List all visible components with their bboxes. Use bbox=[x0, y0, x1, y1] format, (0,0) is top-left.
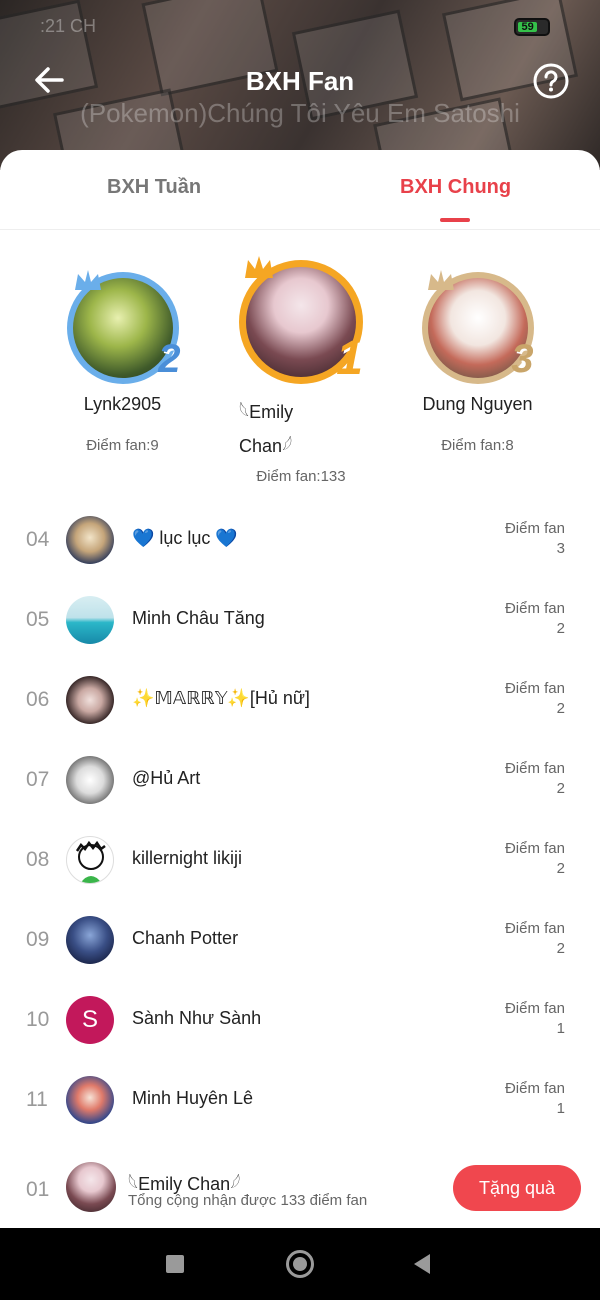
avatar bbox=[66, 836, 114, 884]
score-label: Điểm fan bbox=[504, 1080, 565, 1097]
avatar bbox=[66, 516, 114, 564]
header-banner: :21 CH 59 BXH Fan (Pokemon)Chúng Tôi Yêu… bbox=[0, 0, 600, 170]
ranking-row[interactable]: 07 @Hủ Art Điểm fan 2 bbox=[0, 740, 600, 820]
avatar-ring: 2 bbox=[66, 270, 181, 384]
score-label: Điểm fan bbox=[504, 1000, 565, 1017]
rank-badge: 2 bbox=[158, 337, 181, 381]
ranking-row[interactable]: 05 Minh Châu Tăng Điểm fan 2 bbox=[0, 580, 600, 660]
user-name: Minh Huyên Lê bbox=[132, 1088, 254, 1108]
tab-overall[interactable]: BXH Chung bbox=[400, 176, 511, 199]
user-name: Sành Như Sành bbox=[132, 1008, 262, 1028]
rank-badge: 3 bbox=[511, 337, 534, 381]
avatar bbox=[66, 596, 114, 644]
avatar bbox=[66, 916, 114, 964]
podium-score: Điểm fan:8 bbox=[441, 437, 514, 454]
avatar bbox=[66, 1076, 114, 1124]
rank-number: 07 bbox=[26, 768, 50, 791]
top-three-podium: 2 Lynk2905 Điểm fan:9 1 𓆩Emily Chan𓆪 Điể… bbox=[0, 256, 600, 490]
battery-icon: 59 bbox=[514, 18, 550, 36]
ranking-list: 04 💙 lục lục 💙 Điểm fan 3 05 Minh Châu T… bbox=[0, 500, 600, 1140]
rank-number: 05 bbox=[26, 608, 50, 631]
avatar-ring: 1 bbox=[239, 256, 363, 385]
user-name: killernight likiji bbox=[132, 848, 243, 868]
rank-number: 08 bbox=[26, 848, 50, 871]
system-nav-bar bbox=[0, 1228, 600, 1300]
score-value: 2 bbox=[556, 780, 565, 797]
rank-number: 09 bbox=[26, 928, 50, 951]
circle-home-icon[interactable] bbox=[286, 1250, 314, 1278]
ranking-row[interactable]: 08 killernight likiji Điểm fan 2 bbox=[0, 820, 600, 900]
podium-second[interactable]: 2 Lynk2905 Điểm fan:9 bbox=[60, 270, 185, 454]
tab-active-indicator bbox=[440, 218, 470, 222]
rank-number: 10 bbox=[26, 1008, 50, 1031]
score-value: 2 bbox=[556, 860, 565, 877]
my-rank-number: 01 bbox=[26, 1178, 50, 1201]
user-name: Minh Châu Tăng bbox=[132, 608, 265, 628]
status-time: :21 CH bbox=[40, 16, 97, 36]
help-button[interactable] bbox=[532, 62, 570, 100]
question-circle-icon bbox=[533, 63, 569, 99]
tab-bar: BXH Tuần BXH Chung bbox=[0, 150, 600, 230]
podium-first[interactable]: 1 𓆩Emily Chan𓆪 Điểm fan:133 bbox=[237, 256, 365, 485]
my-avatar bbox=[66, 1162, 116, 1212]
score-label: Điểm fan bbox=[504, 840, 565, 857]
score-value: 2 bbox=[556, 620, 565, 637]
score-label: Điểm fan bbox=[504, 520, 565, 537]
tab-weekly[interactable]: BXH Tuần bbox=[107, 176, 201, 199]
group-name: (Pokemon)Chúng Tôi Yêu Em Satoshi bbox=[80, 98, 520, 128]
rank-badge: 1 bbox=[336, 332, 363, 385]
rank-number: 04 bbox=[26, 528, 50, 551]
ranking-row[interactable]: 06 ✨𝕄𝔸ℝℝ𝕐✨[Hủ nữ] Điểm fan 2 bbox=[0, 660, 600, 740]
ranking-row[interactable]: 10 S Sành Như Sành Điểm fan 1 bbox=[0, 980, 600, 1060]
score-label: Điểm fan bbox=[504, 680, 565, 697]
battery-level: 59 bbox=[518, 22, 538, 33]
rank-number: 06 bbox=[26, 688, 50, 711]
score-label: Điểm fan bbox=[504, 920, 565, 937]
avatar bbox=[66, 676, 114, 724]
user-name: Chanh Potter bbox=[132, 928, 239, 948]
triangle-back-icon[interactable] bbox=[414, 1254, 430, 1274]
my-total-points: Tổng cộng nhận được 133 điểm fan bbox=[128, 1192, 368, 1209]
score-value: 3 bbox=[556, 540, 565, 557]
podium-name: 𓆩Emily Chan𓆪 bbox=[237, 394, 365, 458]
podium-score: Điểm fan:9 bbox=[86, 437, 159, 454]
user-name: ✨𝕄𝔸ℝℝ𝕐✨[Hủ nữ] bbox=[132, 688, 310, 708]
avatar bbox=[66, 756, 114, 804]
ranking-row[interactable]: 11 Minh Huyên Lê Điểm fan 1 bbox=[0, 1060, 600, 1140]
score-label: Điểm fan bbox=[504, 600, 565, 617]
rank-number: 11 bbox=[26, 1088, 48, 1111]
score-value: 1 bbox=[556, 1020, 565, 1037]
score-value: 2 bbox=[556, 940, 565, 957]
podium-name: Dung Nguyen bbox=[422, 394, 533, 414]
crown-icon bbox=[245, 256, 273, 278]
podium-score: Điểm fan:133 bbox=[256, 468, 346, 485]
podium-third[interactable]: 3 Dung Nguyen Điểm fan:8 bbox=[415, 270, 540, 454]
user-name: @Hủ Art bbox=[132, 768, 201, 788]
ranking-row[interactable]: 09 Chanh Potter Điểm fan 2 bbox=[0, 900, 600, 980]
avatar-letter: S bbox=[66, 996, 114, 1044]
score-value: 2 bbox=[556, 700, 565, 717]
status-bar: :21 CH 59 bbox=[0, 14, 600, 42]
doodle-face-icon bbox=[75, 840, 106, 883]
leaderboard-sheet: BXH Tuần BXH Chung 2 Lynk2905 Điểm fan:9 bbox=[0, 150, 600, 1228]
page-title: BXH Fan bbox=[245, 66, 355, 96]
avatar-ring: 3 bbox=[421, 270, 534, 384]
crown-icon bbox=[74, 270, 101, 290]
podium-name-line2: Chan𓆪 bbox=[239, 436, 293, 456]
send-gift-button[interactable]: Tặng quà bbox=[453, 1165, 581, 1211]
podium-name: Lynk2905 bbox=[83, 394, 162, 414]
square-icon[interactable] bbox=[166, 1255, 184, 1273]
score-value: 1 bbox=[556, 1100, 565, 1117]
podium-name-line1: 𓆩Emily bbox=[239, 402, 294, 422]
crown-icon bbox=[427, 270, 454, 290]
my-rank-bar: 01 𓆩Emily Chan𓆪 Tổng cộng nhận được 133 … bbox=[0, 1150, 600, 1228]
ranking-row[interactable]: 04 💙 lục lục 💙 Điểm fan 3 bbox=[0, 500, 600, 580]
score-label: Điểm fan bbox=[504, 760, 565, 777]
user-name: 💙 lục lục 💙 bbox=[132, 528, 238, 548]
